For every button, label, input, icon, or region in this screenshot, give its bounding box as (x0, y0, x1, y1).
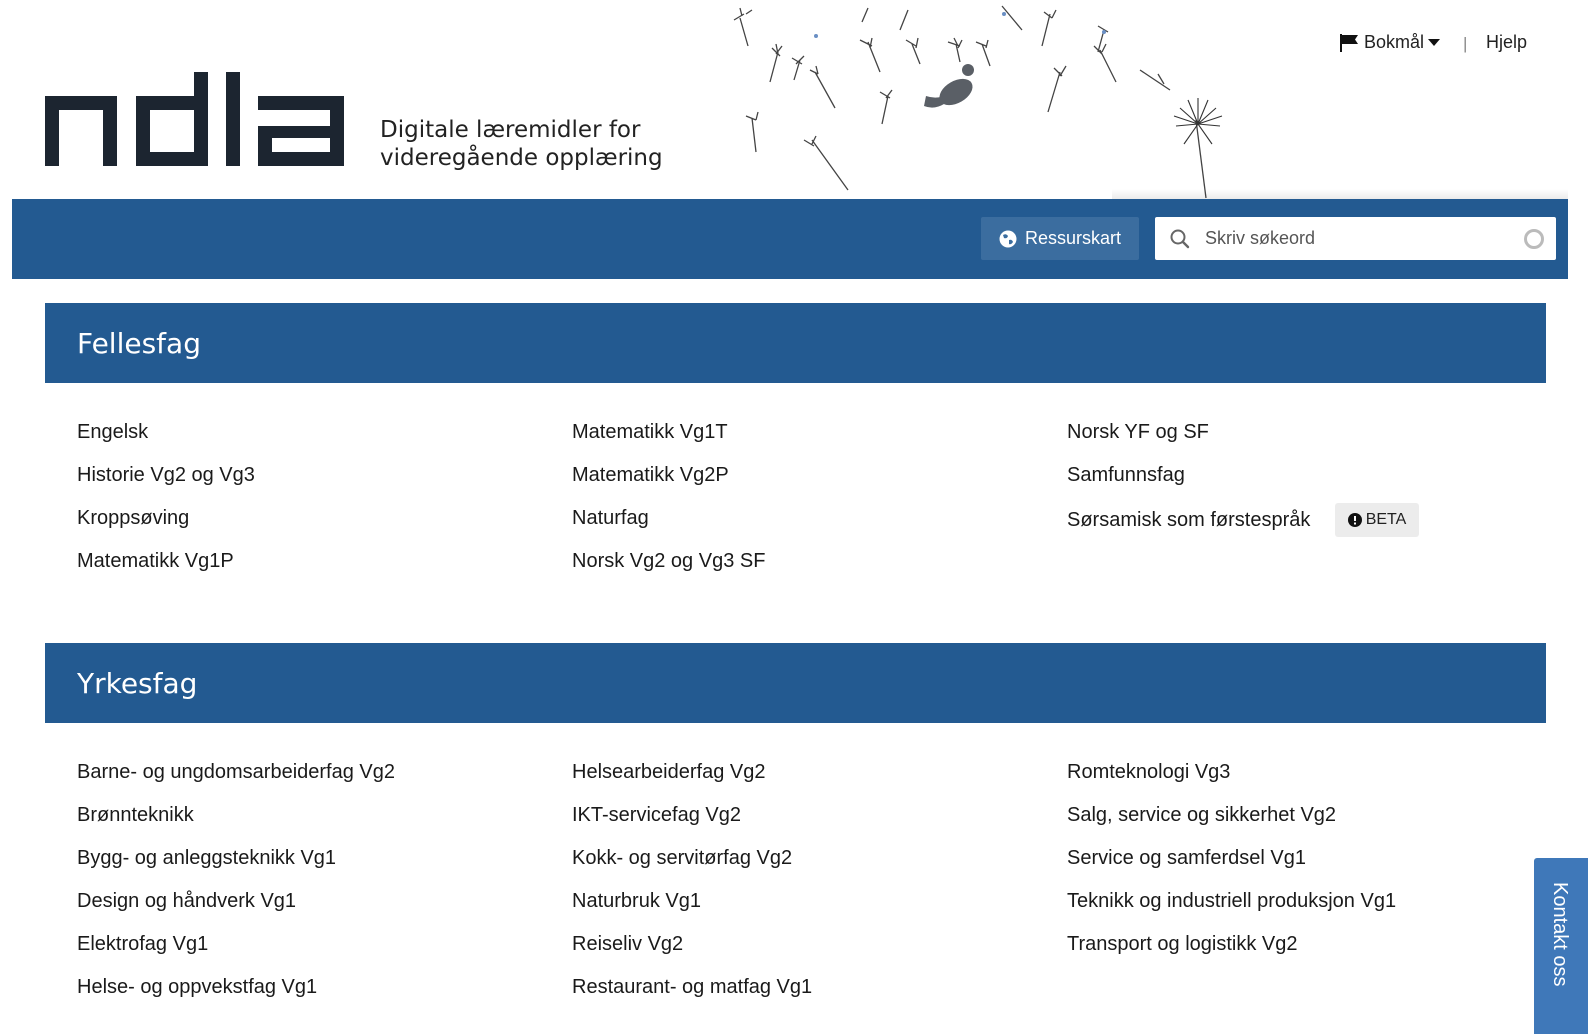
subject-link[interactable]: Helse- og oppvekstfag Vg1 (77, 976, 317, 999)
subject-link[interactable]: Helsearbeiderfag Vg2 (572, 761, 765, 784)
subject-link[interactable]: Elektrofag Vg1 (77, 933, 208, 956)
subject-link[interactable]: Salg, service og sikkerhet Vg2 (1067, 804, 1336, 827)
subject-link[interactable]: Kokk- og servitørfag Vg2 (572, 847, 792, 870)
subject-link[interactable]: Norsk YF og SF (1067, 421, 1209, 444)
ndla-logo[interactable] (45, 70, 350, 170)
subject-link[interactable]: Matematikk Vg1P (77, 550, 234, 573)
yrkesfag-title: Yrkesfag (77, 666, 198, 700)
subject-link[interactable]: Kroppsøving (77, 507, 189, 530)
main-navbar: Ressurskart (12, 189, 1568, 279)
beta-badge: BETA (1335, 503, 1419, 537)
fellesfag-title: Fellesfag (77, 326, 201, 360)
subject-link[interactable]: Barne- og ungdomsarbeiderfag Vg2 (77, 761, 395, 784)
subject-link[interactable]: Sørsamisk som førstespråk (1067, 509, 1310, 532)
subject-link[interactable]: Transport og logistikk Vg2 (1067, 933, 1297, 956)
search-input[interactable] (1203, 227, 1517, 250)
search-box[interactable] (1155, 217, 1556, 260)
search-icon (1170, 229, 1190, 248)
yrkesfag-header: Yrkesfag (45, 643, 1546, 723)
subject-link[interactable]: Reiseliv Vg2 (572, 933, 683, 956)
fellesfag-header: Fellesfag (45, 303, 1546, 383)
site-header: Digitale læremidler for videregående opp… (0, 0, 1588, 200)
help-link[interactable]: Hjelp (1486, 32, 1527, 53)
language-label: Bokmål (1364, 32, 1425, 52)
clear-icon[interactable] (1524, 229, 1544, 249)
subject-link[interactable]: Matematikk Vg1T (572, 421, 728, 444)
tagline: Digitale læremidler for videregående opp… (380, 116, 663, 172)
subject-link[interactable]: Restaurant- og matfag Vg1 (572, 976, 812, 999)
subject-link[interactable]: IKT-servicefag Vg2 (572, 804, 741, 827)
subject-link[interactable]: Bygg- og anleggsteknikk Vg1 (77, 847, 336, 870)
globe-icon (999, 230, 1017, 247)
flag-icon (1340, 33, 1358, 52)
subject-link[interactable]: Norsk Vg2 og Vg3 SF (572, 550, 765, 573)
subject-link[interactable]: Brønnteknikk (77, 804, 194, 827)
header-separator: | (1463, 34, 1468, 53)
subject-link[interactable]: Engelsk (77, 421, 148, 444)
subject-link[interactable]: Romteknologi Vg3 (1067, 761, 1230, 784)
subject-link[interactable]: Historie Vg2 og Vg3 (77, 464, 255, 487)
subject-link[interactable]: Naturbruk Vg1 (572, 890, 701, 913)
info-icon (1347, 513, 1362, 527)
subject-link[interactable]: Samfunnsfag (1067, 464, 1185, 487)
subject-link[interactable]: Teknikk og industriell produksjon Vg1 (1067, 890, 1396, 913)
contact-label: Kontakt oss (1549, 882, 1571, 987)
subject-link[interactable]: Service og samferdsel Vg1 (1067, 847, 1306, 870)
ressurskart-label: Ressurskart (1024, 228, 1122, 248)
dandelion-illustration (733, 5, 1223, 199)
subject-link[interactable]: Matematikk Vg2P (572, 464, 729, 487)
subject-link[interactable]: Naturfag (572, 507, 649, 530)
tagline-line-2: videregående opplæring (380, 145, 663, 171)
language-selector[interactable]: Bokmål (1340, 32, 1441, 53)
ressurskart-button[interactable]: Ressurskart (981, 217, 1139, 260)
tagline-line-1: Digitale læremidler for (380, 117, 641, 143)
caret-down-icon (1428, 38, 1441, 46)
beta-label: BETA (1365, 511, 1407, 528)
contact-tab[interactable]: Kontakt oss (1534, 858, 1588, 1034)
subject-link[interactable]: Design og håndverk Vg1 (77, 890, 296, 913)
